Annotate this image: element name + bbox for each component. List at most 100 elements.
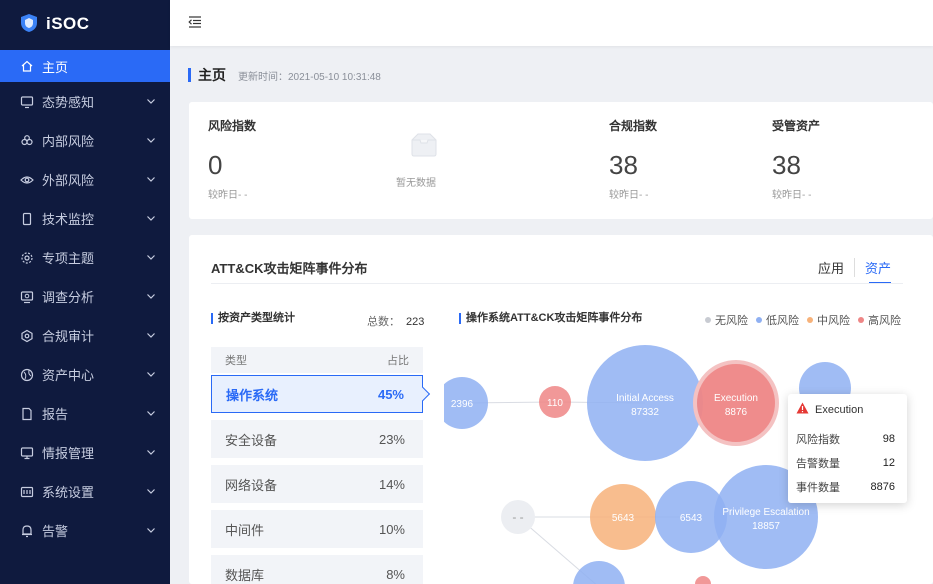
- chevron-down-icon: [146, 97, 156, 107]
- row-type: 中间件: [225, 522, 265, 538]
- tooltip-row-value: 12: [882, 457, 895, 469]
- sidebar-item-label: 系统设置: [42, 485, 95, 500]
- bubble-circle[interactable]: [573, 561, 625, 584]
- table-row[interactable]: 中间件 10%: [211, 510, 423, 548]
- bubble-value: 18857: [752, 521, 780, 532]
- sidebar-item-label: 主页: [42, 59, 69, 75]
- bubble-tooltip: Execution 风险指数 98 告警数量 12 事件数量 8876: [788, 394, 907, 503]
- row-type: 安全设备: [225, 432, 278, 448]
- desktop-icon: [20, 446, 34, 460]
- sidebar-item-0[interactable]: 主页: [0, 50, 170, 82]
- tab-application[interactable]: 应用: [808, 258, 854, 277]
- warning-icon: [796, 402, 809, 417]
- row-ratio: 23%: [378, 431, 405, 447]
- sidebar-item-label: 专项主题: [42, 251, 95, 266]
- bubble-value: 87332: [631, 407, 659, 418]
- sidebar-item-label: 报告: [42, 407, 69, 422]
- stats-card: 风险指数 0 较昨日- - 暂无数据 合规指数 38 较昨日- - 受管资产 3…: [189, 102, 933, 219]
- sidebar-item-4[interactable]: 技术监控: [0, 199, 170, 238]
- total-label: 总数：: [367, 316, 400, 328]
- chevron-down-icon: [146, 331, 156, 341]
- sidebar-item-label: 调查分析: [42, 290, 95, 305]
- chevron-down-icon: [146, 214, 156, 224]
- table-row[interactable]: 操作系统 45%: [211, 375, 423, 413]
- sidebar-item-label: 内部风险: [42, 134, 95, 149]
- legend-label: 高风险: [868, 315, 901, 327]
- tab-asset[interactable]: 资产: [853, 258, 901, 284]
- divider: [211, 283, 903, 284]
- legend-item[interactable]: 高风险: [858, 312, 901, 328]
- bubble-n2396[interactable]: 2396: [444, 377, 488, 429]
- bubble-initial[interactable]: Initial Access 87332: [587, 345, 703, 461]
- legend-label: 无风险: [715, 315, 748, 327]
- bubble-n110[interactable]: 110: [539, 386, 571, 418]
- bubble-nnone[interactable]: - -: [501, 500, 535, 534]
- tooltip-row: 告警数量 12: [796, 451, 895, 475]
- gear-icon: [20, 251, 34, 265]
- sidebar-item-5[interactable]: 专项主题: [0, 238, 170, 277]
- table-row[interactable]: 安全设备 23%: [211, 420, 423, 458]
- sidebar-item-12[interactable]: 告警: [0, 511, 170, 550]
- bubble-execution[interactable]: Execution 8876: [693, 360, 779, 446]
- table-row[interactable]: 数据库 8%: [211, 555, 423, 584]
- tooltip-row: 风险指数 98: [796, 427, 895, 451]
- sidebar-item-11[interactable]: 系统设置: [0, 472, 170, 511]
- menu-fold-icon[interactable]: [188, 15, 202, 31]
- chevron-down-icon: [146, 448, 156, 458]
- bubble-label: Execution: [714, 393, 758, 404]
- sidebar-item-6[interactable]: 调查分析: [0, 277, 170, 316]
- row-type: 网络设备: [225, 477, 278, 493]
- sidebar-item-8[interactable]: 资产中心: [0, 355, 170, 394]
- compliance-index-compare: 较昨日- -: [609, 190, 649, 201]
- bubble-nsmall[interactable]: [695, 576, 711, 584]
- bubble-circle[interactable]: [695, 576, 711, 584]
- risk-legend: 无风险 低风险 中风险 高风险: [705, 312, 901, 328]
- legend-dot: [705, 317, 711, 323]
- shield-logo-icon: [20, 13, 38, 36]
- tooltip-row-label: 事件数量: [796, 482, 840, 494]
- chevron-down-icon: [146, 487, 156, 497]
- sidebar-item-10[interactable]: 情报管理: [0, 433, 170, 472]
- bubble-label: Privilege Escalation: [722, 507, 809, 518]
- bubble-n2310[interactable]: 2310: [573, 561, 625, 584]
- console-icon: [20, 485, 34, 499]
- sidebar-item-label: 情报管理: [42, 446, 95, 461]
- document-icon: [20, 407, 34, 421]
- bubble-label: Initial Access: [616, 393, 674, 404]
- sidebar-item-7[interactable]: 合规审计: [0, 316, 170, 355]
- home-icon: [20, 59, 34, 73]
- managed-assets-value: 38: [772, 150, 801, 180]
- sidebar-item-2[interactable]: 内部风险: [0, 121, 170, 160]
- total-value: 223: [406, 316, 425, 328]
- page-header: 主页 更新时间：2021-05-10 10:31:48: [188, 68, 381, 83]
- header-ratio: 占比: [387, 355, 409, 367]
- tooltip-row-value: 8876: [870, 481, 895, 493]
- page-title: 主页: [188, 68, 226, 82]
- legend-item[interactable]: 中风险: [807, 312, 850, 328]
- sidebar-item-3[interactable]: 外部风险: [0, 160, 170, 199]
- legend-item[interactable]: 无风险: [705, 312, 748, 328]
- screen-search-icon: [20, 290, 34, 304]
- chevron-down-icon: [146, 370, 156, 380]
- table-row[interactable]: 网络设备 14%: [211, 465, 423, 503]
- row-type: 数据库: [225, 567, 265, 583]
- sidebar-item-label: 外部风险: [42, 173, 95, 188]
- tooltip-header: Execution: [796, 402, 895, 417]
- eye-icon: [20, 173, 34, 187]
- sidebar-item-label: 技术监控: [42, 212, 95, 227]
- chevron-down-icon: [146, 409, 156, 419]
- sidebar-item-label: 资产中心: [42, 368, 95, 383]
- app-logo[interactable]: iSOC: [0, 0, 170, 48]
- risk-index-value: 0: [208, 150, 223, 180]
- view-tabs: 应用 资产: [808, 258, 901, 284]
- risk-index-compare: 较昨日- -: [208, 190, 248, 201]
- tooltip-title: Execution: [815, 403, 864, 416]
- sidebar-item-label: 态势感知: [42, 95, 95, 110]
- bubble-n5643[interactable]: 5643: [590, 484, 656, 550]
- top-bar: [170, 0, 933, 46]
- sidebar-item-9[interactable]: 报告: [0, 394, 170, 433]
- tooltip-row-label: 告警数量: [796, 458, 840, 470]
- os-chart-title: 操作系统ATT&CK攻击矩阵事件分布: [459, 313, 642, 324]
- sidebar-item-1[interactable]: 态势感知: [0, 82, 170, 121]
- legend-item[interactable]: 低风险: [756, 312, 799, 328]
